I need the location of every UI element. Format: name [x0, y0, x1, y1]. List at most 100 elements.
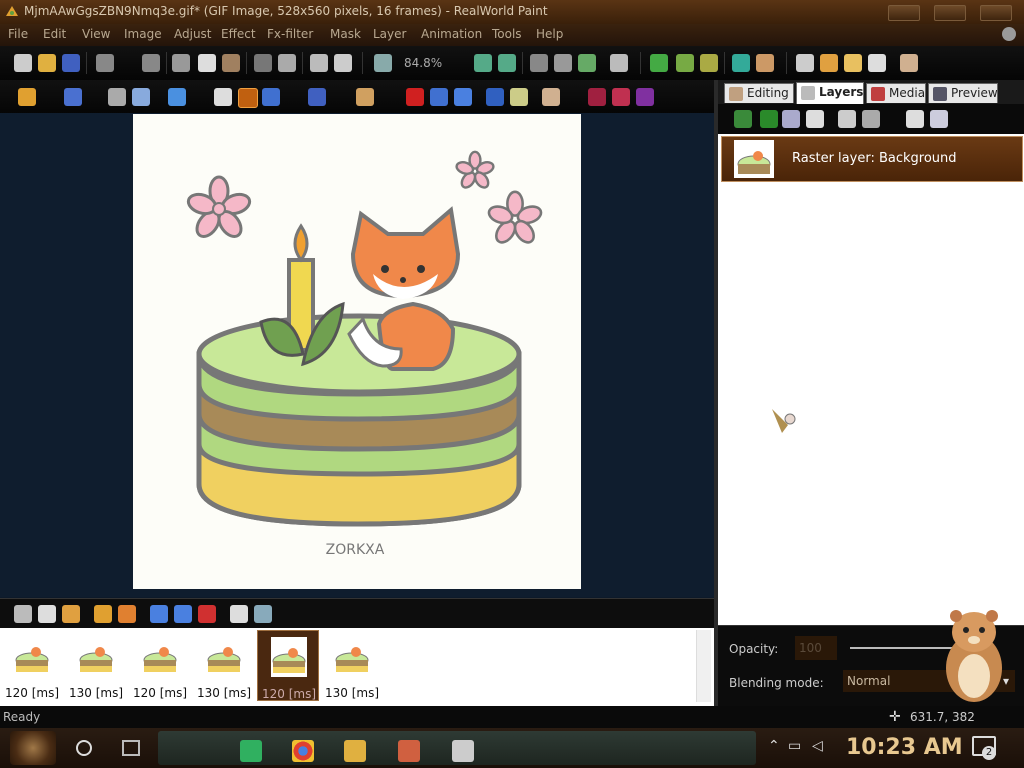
frame-item[interactable]: 120 [ms]	[1, 630, 63, 701]
chrome-icon[interactable]	[292, 740, 314, 762]
grid-icon[interactable]	[676, 54, 694, 72]
realworld-paint-icon[interactable]	[398, 740, 420, 762]
menu-file[interactable]: File	[8, 27, 28, 41]
fill-icon[interactable]	[310, 54, 328, 72]
cut-icon[interactable]	[172, 54, 190, 72]
menu-fx-filter[interactable]: Fx-filter	[267, 27, 313, 41]
moon-icon[interactable]	[820, 54, 838, 72]
frame-item[interactable]: 120 [ms]	[129, 630, 191, 701]
polygon-icon[interactable]	[308, 88, 326, 106]
contrast-icon[interactable]	[796, 54, 814, 72]
tab-editing[interactable]: Editing	[724, 83, 794, 103]
settings-icon[interactable]	[230, 605, 248, 623]
chevron-up-icon[interactable]: ⌃	[768, 738, 780, 754]
redo-icon[interactable]	[142, 54, 160, 72]
color-picker-icon[interactable]	[238, 88, 258, 108]
menu-view[interactable]: View	[82, 27, 110, 41]
start-button[interactable]	[10, 731, 56, 765]
hand-icon[interactable]	[454, 88, 472, 106]
dropper-icon[interactable]	[430, 88, 448, 106]
layer-view-icon[interactable]	[530, 54, 548, 72]
rotate-icon[interactable]	[278, 54, 296, 72]
delete-frame-icon[interactable]	[198, 605, 216, 623]
fit-icon[interactable]	[498, 54, 516, 72]
grid-icon[interactable]	[650, 54, 668, 72]
menu-help[interactable]: Help	[536, 27, 563, 41]
notes-app-icon[interactable]	[240, 740, 262, 762]
selection-icon[interactable]	[64, 88, 82, 106]
clone-icon[interactable]	[542, 88, 560, 106]
menu-adjust[interactable]: Adjust	[174, 27, 212, 41]
magic-wand-icon[interactable]	[18, 88, 36, 106]
wand-icon[interactable]	[14, 605, 32, 623]
opacity-input[interactable]: 100	[795, 636, 837, 660]
layer-edit-icon[interactable]	[806, 110, 824, 128]
color-swatch-icon[interactable]	[588, 88, 606, 106]
app-icon[interactable]	[452, 740, 474, 762]
add-frame-icon[interactable]	[150, 605, 168, 623]
copy-layer-icon[interactable]	[930, 110, 948, 128]
help-cursor-icon[interactable]	[334, 54, 352, 72]
triangle-icon[interactable]	[756, 54, 774, 72]
crop-icon[interactable]	[254, 54, 272, 72]
volume-muted-icon[interactable]: ◁	[812, 738, 823, 754]
tree-icon[interactable]	[760, 110, 778, 128]
shape-icon[interactable]	[844, 54, 862, 72]
line-tool-icon[interactable]	[262, 88, 280, 106]
search-circle-icon[interactable]	[76, 740, 92, 756]
zoom-in-icon[interactable]	[474, 54, 492, 72]
frame-item[interactable]: 130 [ms]	[65, 630, 127, 701]
frame-item[interactable]: 130 [ms]	[321, 630, 383, 701]
zoom-level[interactable]: 84.8%	[404, 56, 442, 70]
sphere-icon[interactable]	[486, 88, 504, 106]
menu-animation[interactable]: Animation	[421, 27, 482, 41]
tab-media[interactable]: Media	[866, 83, 926, 103]
paste-icon[interactable]	[222, 54, 240, 72]
open-folder-icon[interactable]	[38, 54, 56, 72]
frame-item-selected[interactable]: 120 [ms]	[257, 630, 319, 701]
maximize-button[interactable]	[934, 5, 966, 21]
minimize-button[interactable]	[888, 5, 920, 21]
export-icon[interactable]	[118, 605, 136, 623]
menu-edit[interactable]: Edit	[43, 27, 66, 41]
new-frame-icon[interactable]	[38, 605, 56, 623]
lasso-icon[interactable]	[132, 88, 150, 106]
bucket-icon[interactable]	[356, 88, 374, 106]
menu-layer[interactable]: Layer	[373, 27, 406, 41]
network-icon[interactable]: ▭	[788, 738, 801, 754]
add-layer-icon[interactable]	[734, 110, 752, 128]
tab-layers[interactable]: Layers	[796, 82, 864, 104]
layer-row-background[interactable]: Raster layer: Background	[721, 136, 1023, 182]
folder-icon[interactable]	[94, 605, 112, 623]
user-icon[interactable]	[900, 54, 918, 72]
close-button[interactable]	[980, 5, 1012, 21]
duplicate-icon[interactable]	[906, 110, 924, 128]
save-icon[interactable]	[62, 54, 80, 72]
color-swatch-icon[interactable]	[636, 88, 654, 106]
brush-frame-icon[interactable]	[62, 605, 80, 623]
menu-mask[interactable]: Mask	[330, 27, 361, 41]
file-explorer-icon[interactable]	[344, 740, 366, 762]
frames-scrollbar[interactable]	[696, 630, 711, 702]
layer-view-icon[interactable]	[554, 54, 572, 72]
image-icon[interactable]	[700, 54, 718, 72]
brush-icon[interactable]	[214, 88, 232, 106]
task-view-icon[interactable]	[122, 740, 140, 756]
tab-preview[interactable]: Preview	[928, 83, 998, 103]
pen-icon[interactable]	[510, 88, 528, 106]
copy-icon[interactable]	[198, 54, 216, 72]
layer-view-icon[interactable]	[610, 54, 628, 72]
new-file-icon[interactable]	[14, 54, 32, 72]
menu-tools[interactable]: Tools	[492, 27, 522, 41]
menu-effect[interactable]: Effect	[221, 27, 256, 41]
fx-icon[interactable]	[862, 110, 880, 128]
color-icon[interactable]	[732, 54, 750, 72]
insert-frame-icon[interactable]	[174, 605, 192, 623]
zoom-tool-icon[interactable]	[374, 54, 392, 72]
taskbar-clock[interactable]: 10:23 AM	[846, 735, 963, 760]
scissors-icon[interactable]	[108, 88, 126, 106]
image-canvas[interactable]: ZORKXA	[133, 114, 581, 589]
frame-item[interactable]: 130 [ms]	[193, 630, 255, 701]
layer-properties-icon[interactable]	[782, 110, 800, 128]
canvas-area[interactable]: ZORKXA	[0, 113, 714, 597]
